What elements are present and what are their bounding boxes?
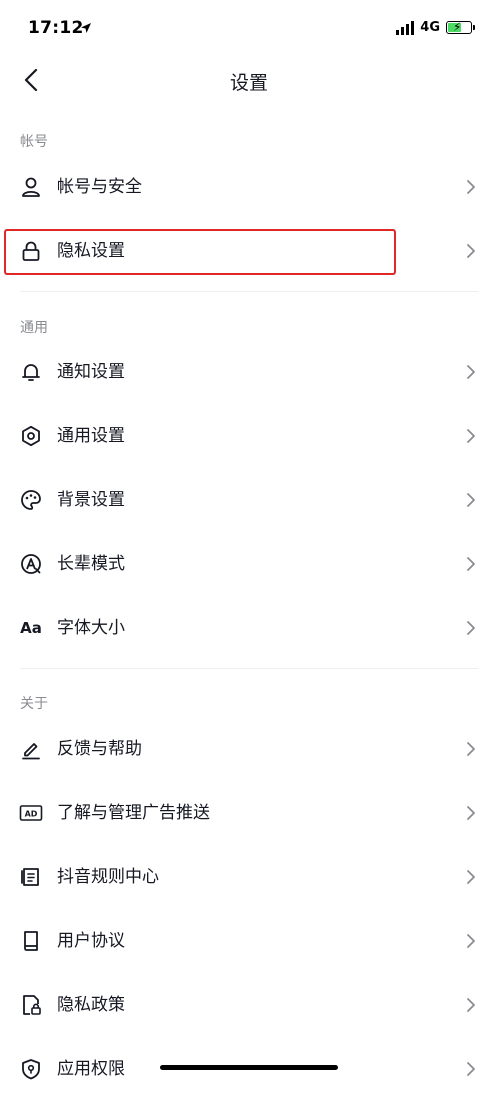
row-label: 长辈模式	[57, 554, 125, 574]
row-font-size[interactable]: Aa 字体大小	[0, 596, 498, 660]
status-indicators: 4G ⚡	[396, 20, 475, 35]
row-ad-management[interactable]: AD 了解与管理广告推送	[0, 781, 498, 845]
palette-icon	[19, 488, 43, 512]
row-label: 背景设置	[57, 490, 125, 510]
chevron-right-icon	[467, 244, 475, 258]
elder-mode-icon	[19, 552, 43, 576]
book-icon	[19, 929, 43, 953]
user-icon	[19, 175, 43, 199]
row-privacy-policy[interactable]: 隐私政策	[0, 973, 498, 1037]
chevron-right-icon	[467, 806, 475, 820]
chevron-right-icon	[467, 493, 475, 507]
row-community-rules[interactable]: 抖音规则中心	[0, 845, 498, 909]
row-feedback-help[interactable]: 反馈与帮助	[0, 717, 498, 781]
row-elder-mode[interactable]: 长辈模式	[0, 532, 498, 596]
row-notification-settings[interactable]: 通知设置	[0, 340, 498, 404]
signal-icon	[396, 20, 415, 35]
document-icon	[19, 865, 43, 889]
nav-bar: 设置	[0, 56, 498, 104]
row-label: 用户协议	[57, 931, 125, 951]
document-lock-icon	[19, 993, 43, 1017]
row-label: 了解与管理广告推送	[57, 803, 210, 823]
home-indicator[interactable]	[160, 1065, 338, 1070]
chevron-right-icon	[467, 180, 475, 194]
row-label: 隐私设置	[57, 241, 125, 261]
chevron-right-icon	[467, 998, 475, 1012]
shield-icon	[19, 1057, 43, 1081]
chevron-right-icon	[467, 365, 475, 379]
page-title: 设置	[229, 72, 268, 94]
font-size-icon: Aa	[19, 616, 43, 640]
section-header-account: 帐号	[20, 134, 48, 150]
lock-icon	[19, 239, 43, 263]
ad-icon-text: AD	[25, 810, 38, 819]
chevron-right-icon	[467, 621, 475, 635]
row-label: 字体大小	[57, 618, 125, 638]
chevron-right-icon	[467, 934, 475, 948]
font-size-icon-text: Aa	[20, 619, 42, 637]
row-label: 通知设置	[57, 362, 125, 382]
location-arrow-icon	[81, 23, 91, 33]
status-bar: 17:12 4G ⚡	[0, 0, 498, 56]
bell-icon	[19, 360, 43, 384]
status-time: 17:12	[28, 18, 84, 38]
row-background-settings[interactable]: 背景设置	[0, 468, 498, 532]
row-label: 抖音规则中心	[57, 867, 159, 887]
chevron-right-icon	[467, 870, 475, 884]
chevron-right-icon	[467, 742, 475, 756]
chevron-right-icon	[467, 429, 475, 443]
row-label: 应用权限	[57, 1059, 125, 1079]
network-type: 4G	[420, 20, 440, 35]
row-user-agreement[interactable]: 用户协议	[0, 909, 498, 973]
section-header-about: 关于	[20, 696, 48, 712]
divider	[20, 291, 478, 292]
ad-icon: AD	[19, 801, 43, 825]
edit-icon	[19, 737, 43, 761]
row-label: 通用设置	[57, 426, 125, 446]
chevron-right-icon	[467, 1062, 475, 1076]
row-account-security[interactable]: 帐号与安全	[0, 155, 498, 219]
gear-icon	[19, 424, 43, 448]
battery-icon: ⚡	[446, 20, 475, 34]
row-label: 反馈与帮助	[57, 739, 142, 759]
row-label: 帐号与安全	[57, 177, 142, 197]
divider	[20, 668, 478, 669]
row-general-settings[interactable]: 通用设置	[0, 404, 498, 468]
row-label: 隐私政策	[57, 995, 125, 1015]
chevron-right-icon	[467, 557, 475, 571]
row-privacy-settings[interactable]: 隐私设置	[0, 219, 498, 283]
section-header-general: 通用	[20, 320, 48, 336]
